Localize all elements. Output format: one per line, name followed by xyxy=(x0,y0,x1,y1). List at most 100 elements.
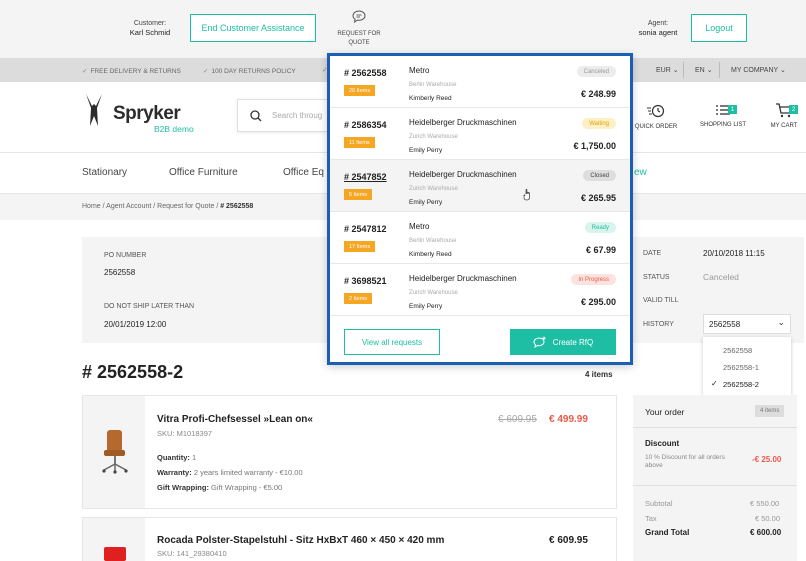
request-status-badge: Ready xyxy=(584,222,616,233)
divider xyxy=(683,62,684,78)
search-box[interactable]: Search throug xyxy=(237,99,329,132)
request-status-badge: Waiting xyxy=(582,118,616,129)
request-price: € 295.00 xyxy=(580,297,616,307)
grand-total-value: € 600.00 xyxy=(750,528,782,537)
request-price: € 67.99 xyxy=(585,245,616,255)
ship-date-value: 20/01/2019 12:00 xyxy=(104,320,167,329)
quick-order-link[interactable]: QUICK ORDER xyxy=(633,103,679,130)
promo-returns-text: 100 DAY RETURNS POLICY xyxy=(211,67,296,75)
view-all-requests-button[interactable]: View all requests xyxy=(344,329,440,355)
request-warehouse: Zurich Warehouse xyxy=(409,290,458,296)
date-label: DATE xyxy=(643,250,662,257)
product-price: € 499.99 xyxy=(549,414,588,425)
agent-info: Agent: sonia agent xyxy=(628,19,688,37)
request-warehouse: Zurich Warehouse xyxy=(409,134,458,140)
request-company: Heidelberger Druckmaschinen xyxy=(409,118,517,127)
create-rfq-label: Create RfQ xyxy=(552,337,594,347)
request-warehouse: Berlin Warehouse xyxy=(409,82,457,88)
create-rfq-button[interactable]: Create RfQ xyxy=(510,329,616,355)
history-label: HISTORY xyxy=(643,321,674,328)
history-option-selected[interactable]: 2562558-2 xyxy=(723,380,759,389)
agent-name: sonia agent xyxy=(638,28,678,37)
end-customer-assistance-button[interactable]: End Customer Assistance xyxy=(190,14,316,42)
request-row[interactable]: # 2547852 5 Items Heidelberger Druckmaschi… xyxy=(330,160,630,212)
request-row[interactable]: # 2562558 20 Items Metro Berlin Warehouse Ki… xyxy=(330,56,630,108)
history-dropdown: 2562558 2562558-1 ✓ 2562558-2 xyxy=(703,337,791,403)
product-old-price: € 609.95 xyxy=(498,414,537,425)
request-for-quote-link[interactable]: REQUEST FOR QUOTE xyxy=(334,10,384,48)
quantity-value: 1 xyxy=(192,453,197,462)
cart-link[interactable]: 2 MY CART xyxy=(764,102,804,129)
request-row[interactable]: # 2586354 11 Items Heidelberger Druckmasch… xyxy=(330,108,630,160)
nav-item-office-equipment[interactable]: Office Eq xyxy=(283,167,324,178)
chevron-down-icon: ⌄ xyxy=(777,317,785,327)
promo-delivery-text: FREE DELIVERY & RETURNS xyxy=(90,67,181,75)
search-icon xyxy=(250,110,262,122)
request-items-badge: 11 Items xyxy=(344,137,375,148)
request-row[interactable]: # 2547812 17 Items Metro Berlin Warehouse Ki… xyxy=(330,212,630,264)
request-number: # 2586354 xyxy=(344,120,387,130)
warranty-value: 2 years limited warranty - €10.00 xyxy=(193,468,303,477)
request-warehouse: Zurich Warehouse xyxy=(409,186,458,192)
status-label: STATUS xyxy=(643,274,670,281)
request-price: € 265.95 xyxy=(580,193,616,203)
product-name[interactable]: Vitra Profi-Chefsessel »Lean on« xyxy=(157,414,313,425)
request-row[interactable]: # 3698521 2 Items Heidelberger Druckmaschi… xyxy=(330,264,630,316)
search-input[interactable]: Search throug xyxy=(272,111,322,120)
product-gift-wrapping: Gift Wrapping: Gift Wrapping - €5.00 xyxy=(157,483,282,492)
date-value: 20/10/2018 11:15 xyxy=(703,249,765,258)
logo[interactable] xyxy=(82,92,106,137)
request-number: # 2547852 xyxy=(344,172,387,182)
discount-label: Discount xyxy=(645,439,680,448)
product-name[interactable]: Rocada Polster-Stapelstuhl - Sitz HxBxT … xyxy=(157,535,444,546)
nav-item-partial[interactable]: ew xyxy=(634,167,647,178)
agent-label: Agent: xyxy=(647,20,669,27)
discount-description: 10 % Discount for all orders above xyxy=(645,454,725,469)
chat-plus-icon xyxy=(533,336,546,348)
history-option[interactable]: 2562558-1 xyxy=(723,363,759,372)
request-items-badge: 17 Items xyxy=(344,241,376,252)
breadcrumb-home[interactable]: Home xyxy=(82,203,101,210)
shopping-list-link[interactable]: 1 SHOPPING LIST xyxy=(697,103,749,128)
checkmark-icon: ✓ xyxy=(82,68,88,75)
currency-select[interactable]: EUR ⌄ xyxy=(656,66,679,74)
language-select[interactable]: EN ⌄ xyxy=(695,66,713,74)
request-for-quote-popup: # 2562558 20 Items Metro Berlin Warehouse Ki… xyxy=(327,53,633,365)
company-select[interactable]: MY COMPANY ⌄ xyxy=(731,66,786,74)
breadcrumb-request-for-quote[interactable]: Request for Quote xyxy=(157,203,214,210)
office-chair-image xyxy=(102,430,128,474)
nav-item-office-furniture[interactable]: Office Furniture xyxy=(169,167,238,178)
promo-returns: ✓ 100 DAY RETURNS POLICY xyxy=(203,67,296,76)
request-items-badge: 5 Items xyxy=(344,189,373,200)
rfq-label-2: QUOTE xyxy=(348,40,370,46)
divider xyxy=(633,427,797,428)
tax-value: € 50.00 xyxy=(755,514,781,523)
request-price: € 248.99 xyxy=(580,89,616,99)
request-company: Heidelberger Druckmaschinen xyxy=(409,170,517,179)
customer-name: Karl Schmid xyxy=(129,28,171,37)
breadcrumb: Home / Agent Account / Request for Quote… xyxy=(82,203,253,210)
nav-item-stationary[interactable]: Stationary xyxy=(82,167,127,178)
request-company: Heidelberger Druckmaschinen xyxy=(409,274,517,283)
request-person: Emily Perry xyxy=(409,199,443,206)
quick-order-icon xyxy=(647,104,665,118)
items-badge: 4 items xyxy=(755,405,785,417)
customer-info: Customer: Karl Schmid xyxy=(118,19,182,37)
currency-value: EUR xyxy=(656,67,671,74)
request-number: # 2562558 xyxy=(344,68,387,78)
history-option[interactable]: 2562558 xyxy=(723,346,752,355)
request-person: Kimberly Reed xyxy=(409,251,452,258)
ship-date-label: DO NOT SHIP LATER THAN xyxy=(104,303,195,310)
request-status-badge: In Progress xyxy=(571,274,616,285)
valid-till-label: VALID TILL xyxy=(643,297,679,304)
product-sku: SKU: 141_29380410 xyxy=(157,549,227,558)
history-select[interactable]: 2562558 ⌄ xyxy=(703,314,791,334)
gift-wrapping-value: Gift Wrapping - €5.00 xyxy=(211,483,283,492)
quote-items-count: 4 items xyxy=(585,370,613,379)
logout-button[interactable]: Logout xyxy=(691,14,747,42)
request-warehouse: Berlin Warehouse xyxy=(409,238,457,244)
breadcrumb-agent-account[interactable]: Agent Account xyxy=(106,203,151,210)
request-number: # 2547812 xyxy=(344,224,387,234)
divider xyxy=(633,485,797,486)
grand-total-label: Grand Total xyxy=(645,528,690,537)
